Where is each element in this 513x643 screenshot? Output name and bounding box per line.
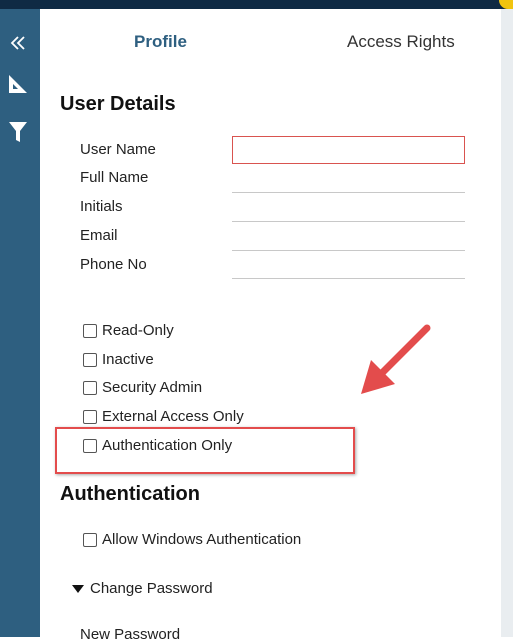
- external-access-only-checkbox[interactable]: [83, 409, 97, 424]
- set-square-icon[interactable]: [6, 72, 30, 96]
- top-bar: [0, 0, 513, 9]
- sidebar: [0, 9, 40, 637]
- annotation-highlight-box: [55, 427, 355, 474]
- scroll-gutter: [501, 9, 513, 637]
- allow-windows-authentication-row[interactable]: Allow Windows Authentication: [83, 531, 301, 548]
- phone-no-label: Phone No: [80, 256, 147, 273]
- email-input[interactable]: [232, 225, 465, 251]
- annotation-arrow-icon: [361, 324, 431, 394]
- change-password-toggle[interactable]: Change Password: [72, 580, 213, 597]
- collapse-double-chevron-icon[interactable]: [6, 31, 30, 55]
- change-password-label: Change Password: [90, 580, 213, 597]
- filter-icon[interactable]: [6, 120, 30, 144]
- external-access-only-label: External Access Only: [102, 408, 244, 425]
- inactive-checkbox-row[interactable]: Inactive: [83, 351, 154, 368]
- authentication-heading: Authentication: [60, 483, 200, 505]
- full-name-input[interactable]: [232, 167, 465, 193]
- user-name-input[interactable]: [232, 136, 465, 164]
- new-password-label: New Password: [80, 626, 181, 643]
- security-admin-checkbox[interactable]: [83, 380, 97, 395]
- security-admin-checkbox-row[interactable]: Security Admin: [83, 379, 202, 396]
- inactive-label: Inactive: [102, 351, 154, 368]
- initials-label: Initials: [80, 198, 123, 215]
- email-label: Email: [80, 227, 118, 244]
- full-name-label: Full Name: [80, 169, 149, 186]
- read-only-checkbox[interactable]: [83, 323, 97, 338]
- allow-windows-authentication-label: Allow Windows Authentication: [102, 531, 302, 548]
- security-admin-label: Security Admin: [102, 379, 203, 396]
- user-name-label: User Name: [80, 141, 156, 158]
- read-only-label: Read-Only: [102, 322, 174, 339]
- read-only-checkbox-row[interactable]: Read-Only: [83, 322, 174, 339]
- user-details-heading: User Details: [60, 93, 176, 115]
- tab-access-rights[interactable]: Access Rights: [347, 32, 455, 52]
- phone-no-input[interactable]: [232, 253, 465, 279]
- allow-windows-authentication-checkbox[interactable]: [83, 532, 97, 547]
- tab-profile[interactable]: Profile: [134, 32, 187, 52]
- caret-down-icon: [72, 584, 84, 593]
- external-access-only-checkbox-row[interactable]: External Access Only: [83, 408, 244, 425]
- inactive-checkbox[interactable]: [83, 352, 97, 367]
- initials-input[interactable]: [232, 196, 465, 222]
